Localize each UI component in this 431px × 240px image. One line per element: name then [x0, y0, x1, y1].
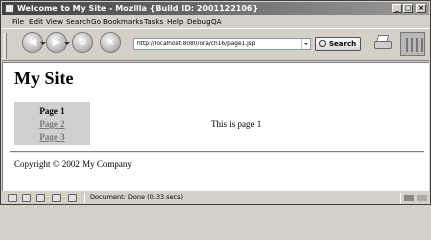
nav-link-page-3[interactable]: Page 3 [14, 131, 90, 143]
menu-edit[interactable]: Edit [29, 16, 43, 27]
footer-copyright: Copyright © 2002 My Company [14, 159, 132, 169]
main-content-text: This is page 1 [211, 119, 262, 129]
reload-icon: ↻ [78, 37, 87, 48]
menu-file[interactable]: File [12, 16, 24, 27]
divider [10, 151, 424, 153]
menu-bar: File Edit View Search Go Bookmarks Tasks… [2, 16, 429, 27]
address-book-icon[interactable] [52, 194, 61, 202]
status-divider-right [400, 193, 401, 203]
status-text: Document: Done (0.33 secs) [90, 193, 184, 201]
page-navigation: Page 1 Page 2 Page 3 [14, 102, 90, 145]
maximize-button[interactable]: □ [403, 4, 413, 13]
search-button[interactable]: Search [315, 37, 361, 51]
menu-bookmarks[interactable]: Bookmarks [103, 16, 143, 27]
menu-go[interactable]: Go [91, 16, 101, 27]
status-divider [84, 193, 85, 203]
page-content: My Site Page 1 Page 2 Page 3 This is pag… [2, 62, 429, 191]
menu-view[interactable]: View [46, 16, 63, 27]
status-bar: Document: Done (0.33 secs) [2, 192, 429, 204]
mozilla-app-icon [5, 4, 14, 13]
navigation-toolbar: ◀ ▶ ↻ × Search [2, 28, 429, 61]
print-button[interactable] [372, 34, 394, 52]
url-input[interactable] [137, 39, 297, 49]
title-bar: Welcome to My Site - Mozilla {Build ID: … [2, 2, 429, 15]
printer-body-shape [374, 41, 392, 49]
site-title: My Site [14, 68, 74, 88]
url-history-dropdown[interactable] [301, 39, 310, 49]
minimize-button[interactable]: _ [392, 4, 402, 13]
toolbar-grip[interactable] [4, 33, 7, 59]
browser-window: Welcome to My Site - Mozilla {Build ID: … [0, 0, 431, 205]
menu-search[interactable]: Search [66, 16, 91, 27]
menu-tasks[interactable]: Tasks [144, 16, 163, 27]
nav-link-page-2[interactable]: Page 2 [14, 118, 90, 130]
magnifier-icon [319, 40, 326, 47]
chevron-down-icon [304, 43, 308, 45]
menu-qa[interactable]: QA [211, 16, 222, 27]
online-status-icon[interactable] [404, 195, 414, 201]
chat-icon[interactable] [68, 194, 77, 202]
stop-button[interactable]: × [100, 32, 121, 53]
menu-debug[interactable]: Debug [187, 16, 211, 27]
menu-help[interactable]: Help [167, 16, 183, 27]
url-bar[interactable] [133, 38, 311, 50]
forward-history-dropdown[interactable] [64, 42, 70, 45]
window-title: Welcome to My Site - Mozilla {Build ID: … [17, 4, 259, 13]
close-button[interactable]: × [416, 4, 426, 13]
nav-item-page-1: Page 1 [39, 106, 65, 116]
composer-icon[interactable] [36, 194, 45, 202]
security-lock-icon [417, 195, 427, 201]
search-button-label: Search [329, 40, 357, 48]
mail-icon[interactable] [22, 194, 31, 202]
stop-icon: × [106, 37, 115, 48]
reload-button[interactable]: ↻ [72, 32, 93, 53]
mozilla-throbber-icon[interactable] [400, 32, 425, 56]
navigator-icon[interactable] [8, 194, 17, 202]
